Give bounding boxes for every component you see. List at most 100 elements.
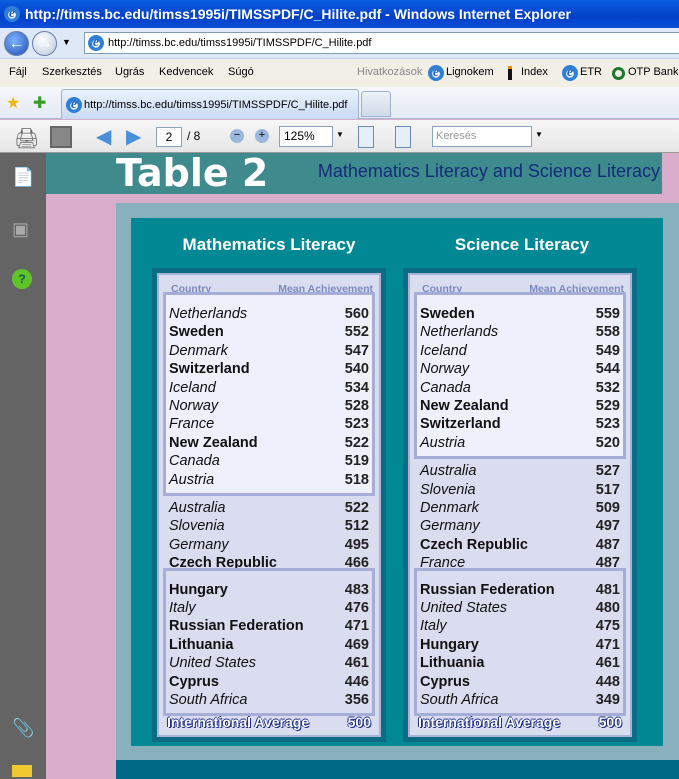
link-icon: e [562, 65, 578, 81]
mean-score: 476 [344, 600, 369, 616]
link-lignokem[interactable]: Lignokem [446, 66, 494, 78]
forward-button[interactable]: → [32, 31, 57, 56]
mean-score: 461 [344, 655, 369, 672]
mean-score: 520 [595, 434, 620, 451]
window-title: http://timss.bc.edu/timss1995i/TIMSSPDF/… [25, 6, 571, 22]
mean-score: 517 [595, 481, 620, 498]
country-name: United States [169, 655, 257, 672]
country-name: Lithuania [169, 636, 234, 653]
table-row: Netherlands 560 [169, 306, 369, 324]
table-row: Australia 527 [420, 463, 620, 481]
mean-score: 483 [344, 581, 369, 598]
country-name: Iceland [169, 379, 216, 396]
search-input[interactable]: Keresés [432, 126, 532, 147]
table-row: United States 461 [169, 655, 369, 673]
table-row: Iceland 534 [169, 380, 369, 398]
link-otp-bank[interactable]: OTP Bank [628, 66, 679, 78]
address-input[interactable]: e http://timss.bc.edu/timss1995i/TIMSSPDF… [84, 32, 679, 54]
menu-edit[interactable]: Szerkesztés [42, 66, 102, 78]
favorites-star-icon[interactable]: ★ [6, 93, 20, 113]
link-index[interactable]: Index [521, 66, 548, 78]
table-row: Czech Republic 487 [420, 537, 620, 555]
print-icon[interactable]: 🖨 [14, 126, 39, 151]
menu-bar: Fájl Szerkesztés Ugrás Kedvencek Súgó Hi… [0, 59, 679, 87]
help-icon[interactable]: ? [12, 269, 32, 289]
fit-width-icon[interactable] [358, 126, 374, 148]
country-name: Sweden [420, 306, 475, 322]
page-total: / 8 [187, 129, 201, 143]
country-name: Russian Federation [420, 581, 555, 598]
tab-ie-icon: e [66, 96, 82, 113]
page-number-input[interactable]: 2 [156, 127, 182, 147]
country-name: Italy [169, 600, 196, 616]
fit-page-icon[interactable] [395, 126, 411, 148]
mean-score: 349 [595, 692, 620, 708]
menu-go[interactable]: Ugrás [115, 66, 144, 78]
pdf-sidebar: 📄 ▣ ? 📎 [0, 153, 46, 779]
country-name: Czech Republic [420, 536, 528, 553]
table-row: Germany 497 [420, 518, 620, 536]
document-header: Table 2 Mathematics Literacy and Science… [46, 153, 662, 194]
table-row: Hungary 471 [420, 637, 620, 655]
mean-score: 356 [344, 692, 369, 708]
zoom-out-icon[interactable]: − [230, 129, 244, 143]
zoom-dropdown-icon[interactable]: ▼ [336, 130, 344, 139]
zoom-select[interactable]: 125% [279, 126, 333, 147]
country-name: Switzerland [169, 361, 250, 378]
menu-file[interactable]: Fájl [9, 66, 27, 78]
country-name: New Zealand [420, 398, 509, 414]
mean-score: 446 [344, 673, 369, 690]
table-row: Denmark 547 [169, 343, 369, 361]
save-icon[interactable] [50, 126, 72, 148]
table-row: Hungary 483 [169, 582, 369, 600]
country-name: Russian Federation [169, 618, 304, 635]
index-icon [508, 66, 512, 80]
binoculars-icon[interactable]: ▣ [12, 219, 29, 240]
mean-score: 481 [595, 581, 620, 598]
table-row: Slovenia 512 [169, 518, 369, 536]
mean-score: 519 [344, 453, 369, 470]
table-row: Iceland 549 [420, 343, 620, 361]
table-row: Switzerland 523 [420, 416, 620, 434]
country-name: Slovenia [169, 518, 225, 535]
attachment-icon[interactable]: 📎 [12, 718, 34, 739]
mean-score: 475 [595, 618, 620, 635]
previous-page-icon[interactable]: ◀ [96, 124, 111, 149]
table-row: Switzerland 540 [169, 361, 369, 379]
folder-icon[interactable] [12, 765, 32, 777]
link-etr[interactable]: ETR [580, 66, 602, 78]
country-name: Hungary [169, 581, 228, 598]
zoom-in-icon[interactable]: + [255, 129, 269, 143]
menu-help[interactable]: Súgó [228, 66, 254, 78]
mean-score: 527 [595, 463, 620, 480]
search-dropdown-icon[interactable]: ▼ [535, 130, 543, 139]
mean-score: 461 [595, 655, 620, 672]
country-name: Australia [169, 500, 226, 516]
country-name: Norway [420, 361, 470, 378]
table-row: South Africa 349 [420, 692, 620, 710]
history-dropdown-icon[interactable]: ▼ [62, 37, 71, 47]
tab-bar: ★ ✚ e http://timss.bc.edu/timss1995i/TIMS… [0, 87, 679, 119]
table-title: Table 2 [116, 151, 269, 195]
table-row: Norway 544 [420, 361, 620, 379]
table-row: New Zealand 529 [420, 398, 620, 416]
menu-favorites[interactable]: Kedvencek [159, 66, 213, 78]
mean-score: 529 [595, 398, 620, 414]
table-row: Italy 475 [420, 618, 620, 636]
address-bar-row: ← → ▼ e http://timss.bc.edu/timss1995i/TI… [0, 28, 679, 59]
country-name: Denmark [169, 342, 228, 359]
table-row: Canada 519 [169, 453, 369, 471]
country-name: Germany [169, 536, 229, 553]
mean-score: 552 [344, 324, 369, 341]
next-page-icon[interactable]: ▶ [126, 124, 141, 149]
back-button[interactable]: ← [4, 31, 29, 56]
ie-logo-icon: e [4, 6, 20, 22]
country-name: Germany [420, 518, 480, 535]
tab-active[interactable]: e http://timss.bc.edu/timss1995i/TIMSSPDF… [61, 89, 359, 119]
new-tab-button[interactable] [361, 91, 391, 117]
country-name: Netherlands [420, 324, 499, 341]
country-name: Canada [169, 453, 220, 470]
add-favorite-icon[interactable]: ✚ [33, 93, 46, 113]
mean-score: 523 [595, 416, 620, 433]
pages-icon[interactable]: 📄 [12, 167, 34, 188]
